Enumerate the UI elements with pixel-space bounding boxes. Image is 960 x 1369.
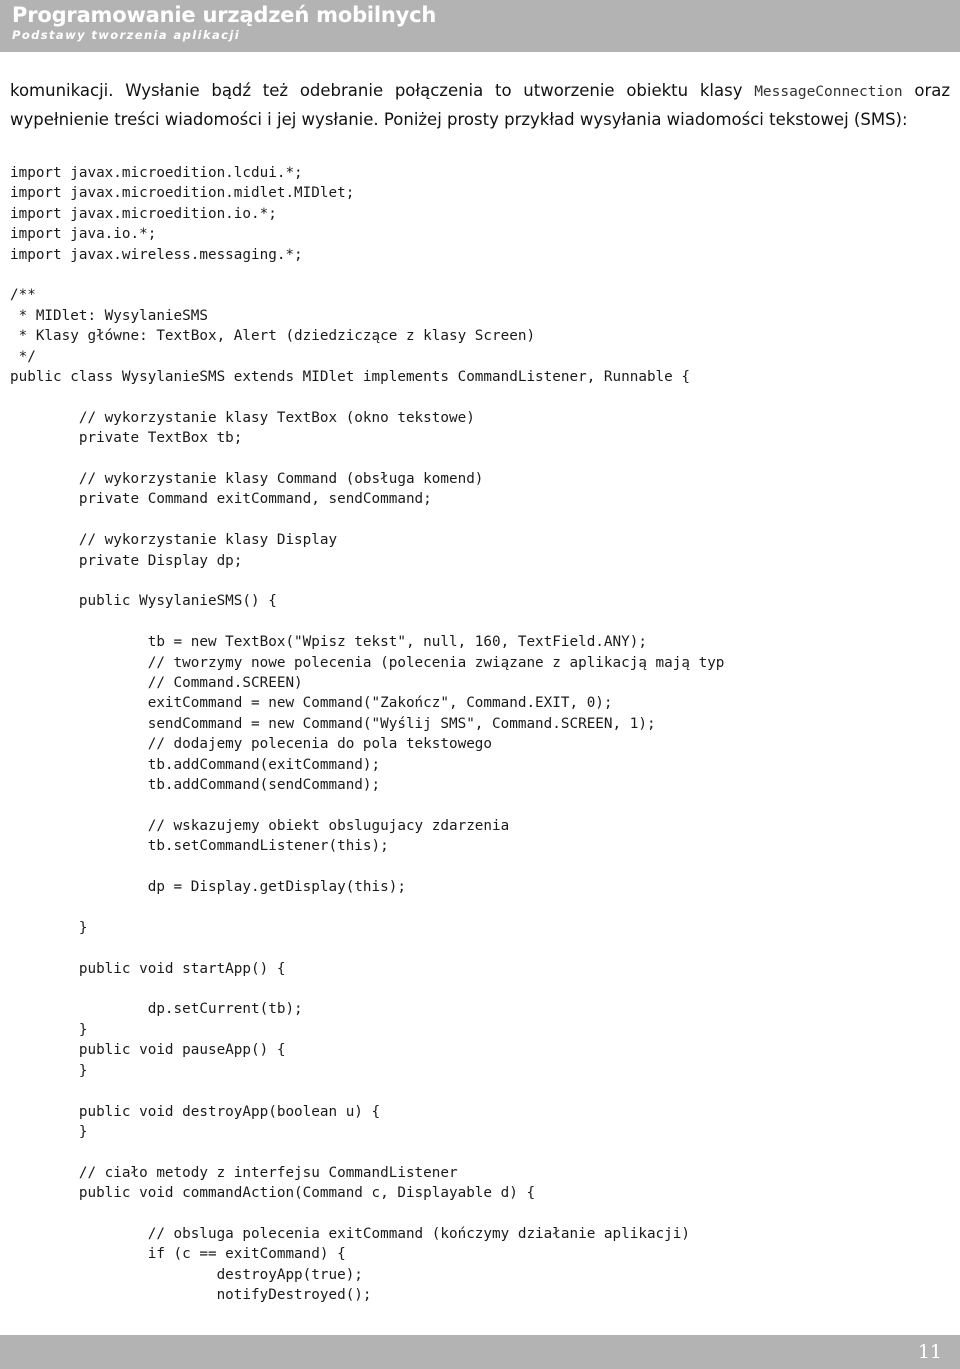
intro-paragraph: komunikacji. Wysłanie bądź też odebranie… — [10, 77, 950, 133]
code-line: // ciało metody z interfejsu CommandList… — [10, 1164, 458, 1181]
code-line: public void commandAction(Command c, Dis… — [10, 1185, 536, 1202]
java-code-listing: import javax.microedition.lcdui.*; import… — [10, 163, 950, 1306]
code-line: import javax.microedition.io.*; — [10, 205, 277, 222]
code-line: private TextBox tb; — [10, 430, 243, 447]
code-line: * MIDlet: WysylanieSMS — [10, 307, 208, 324]
page-title: Programowanie urządzeń mobilnych — [12, 3, 437, 27]
code-line: // Command.SCREEN) — [10, 675, 303, 692]
code-line: // wykorzystanie klasy TextBox (okno tek… — [10, 409, 475, 426]
code-line: tb.addCommand(exitCommand); — [10, 756, 381, 773]
code-line: public void pauseApp() { — [10, 1042, 286, 1059]
code-line: */ — [10, 348, 36, 365]
code-line: // dodajemy polecenia do pola tekstowego — [10, 736, 493, 753]
code-line: import java.io.*; — [10, 226, 157, 243]
code-line: sendCommand = new Command("Wyślij SMS", … — [10, 715, 656, 732]
code-line: } — [10, 1021, 88, 1038]
code-line: private Display dp; — [10, 552, 243, 569]
code-line: tb.addCommand(sendCommand); — [10, 777, 381, 794]
code-line: private Command exitCommand, sendCommand… — [10, 491, 432, 508]
inline-code-term-messageconnection: MessageConnection — [754, 83, 903, 100]
code-line: import javax.wireless.messaging.*; — [10, 246, 303, 263]
page-subtitle: Podstawy tworzenia aplikacji — [12, 28, 241, 42]
code-line: public WysylanieSMS() { — [10, 593, 277, 610]
code-line: // wykorzystanie klasy Display — [10, 532, 338, 549]
code-line: tb = new TextBox("Wpisz tekst", null, 16… — [10, 634, 647, 651]
code-line: /** — [10, 287, 36, 304]
code-line: } — [10, 1123, 88, 1140]
code-line: dp.setCurrent(tb); — [10, 1001, 303, 1018]
code-line: } — [10, 1062, 88, 1079]
code-line: notifyDestroyed(); — [10, 1287, 372, 1304]
code-line: destroyApp(true); — [10, 1266, 363, 1283]
code-line: } — [10, 919, 88, 936]
code-line: if (c == exitCommand) { — [10, 1246, 346, 1263]
code-line: // wskazujemy obiekt obslugujacy zdarzen… — [10, 817, 510, 834]
code-line: // wykorzystanie klasy Command (obsługa … — [10, 471, 484, 488]
code-line: * Klasy główne: TextBox, Alert (dziedzic… — [10, 328, 536, 345]
page-header-banner: Programowanie urządzeń mobilnych Podstaw… — [0, 0, 960, 52]
intro-text-before-code-term: komunikacji. Wysłanie bądź też odebranie… — [10, 80, 755, 100]
code-line: tb.setCommandListener(this); — [10, 838, 389, 855]
code-line: public void startApp() { — [10, 960, 286, 977]
page-footer-banner: 11 — [0, 1335, 960, 1369]
code-line: // obsluga polecenia exitCommand (kończy… — [10, 1225, 690, 1242]
code-line: // tworzymy nowe polecenia (polecenia zw… — [10, 654, 725, 671]
code-line: dp = Display.getDisplay(this); — [10, 879, 406, 896]
code-line: public void destroyApp(boolean u) { — [10, 1103, 381, 1120]
code-line: import javax.microedition.lcdui.*; — [10, 165, 303, 181]
page-number: 11 — [917, 1341, 942, 1363]
code-line: public class WysylanieSMS extends MIDlet… — [10, 369, 690, 386]
code-line: exitCommand = new Command("Zakończ", Com… — [10, 695, 613, 712]
code-line: import javax.microedition.midlet.MIDlet; — [10, 185, 355, 202]
